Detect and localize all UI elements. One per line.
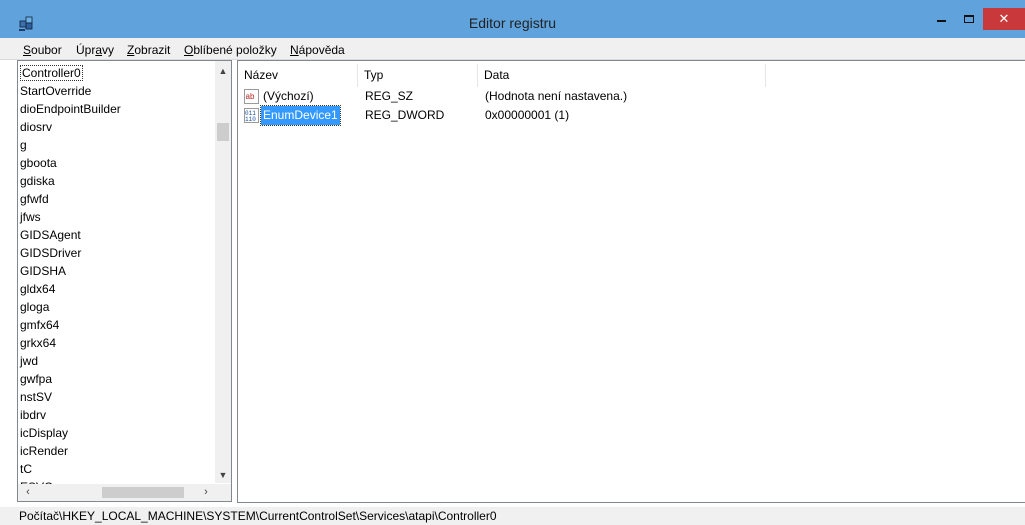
tree-item[interactable]: gdiska (18, 172, 215, 190)
tree-item-label: GIDSAgent (20, 228, 81, 242)
title-bar: Editor registru ✕ (0, 0, 1025, 38)
menu-zobrazit[interactable]: Zobrazit (127, 43, 170, 57)
scroll-corner (215, 484, 231, 501)
value-name: (Výchozí) (263, 89, 314, 103)
tree-item-label: GIDSHA (20, 264, 67, 278)
tree-item[interactable]: icRender (18, 442, 215, 460)
window-title: Editor registru (468, 15, 557, 31)
close-icon: ✕ (998, 11, 1010, 26)
menu-napoveda[interactable]: Nápověda (290, 43, 345, 57)
tree-item[interactable]: jwd (18, 352, 215, 370)
maximize-icon (964, 15, 974, 23)
tree-item-label: StartOverride (20, 84, 92, 98)
status-bar: Počítač\HKEY_LOCAL_MACHINE\SYSTEM\Curren… (0, 507, 1025, 525)
tree-item-label: dioEndpointBuilder (20, 102, 121, 116)
tree-item-label: Controller0 (20, 65, 83, 81)
svg-text:110: 110 (245, 116, 256, 123)
tree-item-label: gloga (20, 300, 50, 314)
column-header-name[interactable]: Název (238, 64, 358, 87)
tree-item-label: grkx64 (20, 336, 57, 350)
scroll-left-icon[interactable]: ‹ (20, 484, 36, 501)
svg-text:ab: ab (246, 92, 255, 101)
scroll-down-icon[interactable]: ▼ (215, 467, 231, 483)
list-header: Název Typ Data (238, 64, 1025, 87)
tree-item-label: GIDSDriver (20, 246, 82, 260)
tree-item-label: nstSV (20, 390, 53, 404)
tree-item[interactable]: dioEndpointBuilder (18, 100, 215, 118)
tree-item[interactable]: StartOverride (18, 82, 215, 100)
current-key-path: Počítač\HKEY_LOCAL_MACHINE\SYSTEM\Curren… (19, 509, 497, 523)
tree-item[interactable]: GIDSHA (18, 262, 215, 280)
tree-item[interactable]: gmfx64 (18, 316, 215, 334)
tree-item[interactable]: GIDSAgent (18, 226, 215, 244)
tree-item-label: gdiska (20, 174, 55, 188)
menu-soubor[interactable]: Soubor (23, 43, 62, 57)
column-header-type[interactable]: Typ (358, 64, 478, 87)
tree-item-label: icDisplay (20, 426, 69, 440)
tree-item[interactable]: Controller0 (18, 64, 215, 82)
tree-item-label: gfwfd (20, 192, 49, 206)
menu-upravy[interactable]: Úpravy (76, 43, 114, 57)
tree-horizontal-scroll-thumb[interactable] (102, 487, 184, 498)
tree-item-label: gboota (20, 156, 57, 170)
tree-item[interactable]: tC (18, 460, 215, 478)
tree-item[interactable]: gfwfd (18, 190, 215, 208)
values-list-pane: Název Typ Data ab (Výchozí) REG_SZ (Hodn… (237, 60, 1025, 503)
tree-item-label: gwfpa (20, 372, 53, 386)
minimize-button[interactable] (930, 8, 952, 30)
tree-item[interactable]: ibdrv (18, 406, 215, 424)
tree-item[interactable]: diosrv (18, 118, 215, 136)
value-type: REG_SZ (365, 89, 414, 103)
value-data: 0x00000001 (1) (485, 108, 570, 122)
scroll-up-icon[interactable]: ▲ (215, 63, 231, 79)
close-button[interactable]: ✕ (983, 8, 1025, 30)
tree-item-label: g (20, 138, 27, 152)
tree-item-label: gldx64 (20, 282, 56, 296)
tree-item[interactable]: nstSV (18, 388, 215, 406)
tree-item[interactable]: gwfpa (18, 370, 215, 388)
tree-item-label: jfws (20, 210, 41, 224)
key-tree: Controller0 StartOverride dioEndpointBuild… (18, 64, 215, 484)
tree-item-label: icRender (20, 444, 69, 458)
menu-bar: Soubor Úpravy Zobrazit Oblíbené položky … (0, 38, 1025, 60)
value-type: REG_DWORD (365, 108, 445, 122)
tree-item-label: gmfx64 (20, 318, 60, 332)
tree-item-label: ibdrv (20, 408, 47, 422)
tree-item[interactable]: gloga (18, 298, 215, 316)
tree-item[interactable]: gldx64 (18, 280, 215, 298)
tree-horizontal-scrollbar[interactable]: ‹ › (18, 484, 215, 501)
tree-item[interactable]: GIDSDriver (18, 244, 215, 262)
scroll-right-icon[interactable]: › (198, 484, 214, 501)
tree-vertical-scrollbar[interactable]: ▲ ▼ (215, 61, 231, 483)
binary-value-icon: 011 110 (244, 108, 259, 123)
tree-item-label: diosrv (20, 120, 53, 134)
string-value-icon: ab (244, 89, 259, 104)
tree-item[interactable]: grkx64 (18, 334, 215, 352)
minimize-icon (936, 20, 946, 22)
value-name: EnumDevice1 (260, 105, 341, 126)
value-row-enumdevice1[interactable]: 011 110 EnumDevice1 REG_DWORD 0x00000001… (238, 105, 1025, 126)
tree-item[interactable]: icDisplay (18, 424, 215, 442)
value-row-default[interactable]: ab (Výchozí) REG_SZ (Hodnota není nastav… (238, 87, 1025, 106)
tree-vertical-scroll-thumb[interactable] (217, 123, 229, 141)
tree-item[interactable]: g (18, 136, 215, 154)
column-header-data[interactable]: Data (478, 64, 766, 87)
value-data: (Hodnota není nastavena.) (485, 89, 628, 103)
tree-item-label: tC (20, 462, 32, 476)
menu-oblibene-polozky[interactable]: Oblíbené položky (184, 43, 277, 57)
maximize-button[interactable] (958, 8, 980, 30)
tree-item[interactable]: gboota (18, 154, 215, 172)
tree-item-label: jwd (20, 354, 39, 368)
key-tree-pane: Controller0 StartOverride dioEndpointBuild… (17, 60, 232, 502)
tree-item[interactable]: jfws (18, 208, 215, 226)
